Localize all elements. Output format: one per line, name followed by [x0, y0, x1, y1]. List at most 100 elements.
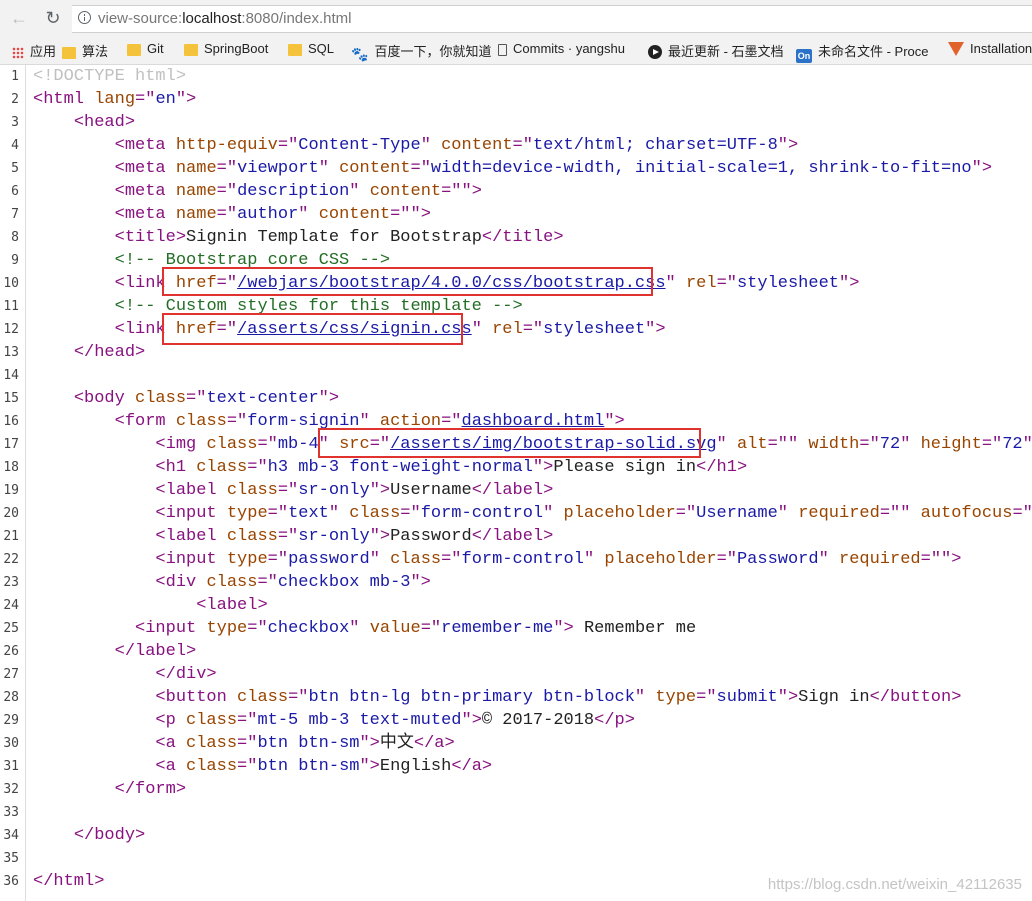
code-token: required — [798, 504, 880, 523]
code-token: </button> — [869, 688, 962, 707]
bookmark-item[interactable]: SQL — [288, 41, 334, 59]
code-token: Content-Type — [298, 136, 421, 155]
line-code: <input type="checkbox" value="remember-m… — [33, 617, 696, 640]
folder-icon — [288, 44, 302, 56]
source-line: 23 <div class="checkbox mb-3"> — [0, 571, 1032, 594]
code-token: " — [665, 274, 686, 293]
arrow-right-icon[interactable] — [16, 7, 38, 29]
code-token: http-equiv — [175, 136, 278, 155]
folder-icon — [62, 47, 76, 59]
code-token: =" — [216, 182, 238, 201]
code-token: </html> — [33, 872, 105, 891]
bookmark-item[interactable]: Commits · yangshu — [498, 41, 625, 59]
code-token: placeholder — [604, 550, 717, 569]
code-token: Username — [390, 481, 472, 500]
code-token: " — [471, 320, 493, 339]
code-token: <html — [33, 90, 95, 109]
bookmark-item[interactable]: 🐾 百度一下，你就知道 — [351, 41, 492, 61]
line-code: </body> — [33, 824, 145, 847]
code-token: rel — [492, 320, 523, 339]
code-token: Signin Template for Bootstrap — [186, 228, 482, 247]
code-token: =" — [267, 504, 289, 523]
code-token: "> — [645, 320, 666, 339]
gitlab-icon — [948, 42, 964, 56]
code-token: Username — [696, 504, 778, 523]
source-line: 22 <input type="password" class="form-co… — [0, 548, 1032, 571]
line-number: 3 — [11, 115, 19, 130]
line-number: 24 — [3, 598, 19, 613]
line-number: 23 — [3, 575, 19, 590]
code-token: =""> — [1012, 504, 1032, 523]
line-number: 28 — [3, 690, 19, 705]
source-line: 1 <!DOCTYPE html> — [0, 65, 1032, 88]
code-token: <meta — [114, 136, 176, 155]
code-token: class — [135, 389, 187, 408]
code-token: <label — [155, 481, 227, 500]
line-number: 30 — [3, 736, 19, 751]
code-token: =" — [277, 481, 299, 500]
code-token: =" — [257, 573, 278, 592]
apps-icon — [12, 47, 24, 59]
code-token: =" — [410, 159, 431, 178]
code-token: <!DOCTYPE html> — [33, 67, 187, 86]
code-token: Password — [736, 550, 819, 569]
address-bar[interactable]: view-source:localhost:8080/index.html — [72, 5, 1032, 33]
line-number: 1 — [11, 69, 19, 84]
code-token: "> — [318, 389, 340, 408]
line-code: <input type="password" class="form-contr… — [33, 548, 961, 571]
line-number: 35 — [3, 851, 19, 866]
url-text[interactable]: view-source:localhost:8080/index.html — [98, 10, 351, 27]
source-line: 20 <input type="text" class="form-contro… — [0, 502, 1032, 525]
line-code: <label class="sr-only">Password</label> — [33, 525, 553, 548]
code-token: class — [226, 481, 278, 500]
code-token: password — [288, 550, 370, 569]
code-token: placeholder — [563, 504, 676, 523]
code-token: type — [206, 619, 248, 638]
bookmark-label: 百度一下，你就知道 — [374, 44, 492, 59]
source-line: 32 </form> — [0, 778, 1032, 801]
code-token: stylesheet — [543, 320, 646, 339]
code-token: =" — [267, 550, 289, 569]
source-line: 3 <head> — [0, 111, 1032, 134]
folder-icon — [184, 44, 198, 56]
code-token: form-control — [420, 504, 544, 523]
source-line: 31 <a class="btn btn-sm">English</a> — [0, 755, 1032, 778]
info-icon[interactable] — [78, 11, 91, 24]
code-token: <img — [155, 435, 207, 454]
code-token: ="" — [767, 435, 809, 454]
code-token: <input — [155, 550, 227, 569]
source-line: 19 <label class="sr-only">Username</labe… — [0, 479, 1032, 502]
code-token: =" — [237, 757, 258, 776]
code-token: name — [175, 205, 217, 224]
code-token: h3 mb-3 font-weight-normal — [267, 458, 533, 477]
code-token: <label — [155, 527, 227, 546]
bookmark-item[interactable]: 应用 — [12, 41, 56, 59]
code-token: " — [349, 619, 370, 638]
bookmark-item[interactable]: 算法 — [62, 41, 108, 59]
bookmark-item[interactable]: On 未命名文件 - Proce — [796, 41, 929, 63]
line-number: 2 — [11, 92, 19, 107]
watermark: https://blog.csdn.net/weixin_42112635 — [767, 876, 1022, 893]
code-token: </a> — [451, 757, 493, 776]
code-token: class — [206, 573, 258, 592]
reload-icon[interactable]: ↻ — [42, 7, 64, 29]
line-number: 25 — [3, 621, 19, 636]
bookmark-item[interactable]: 最近更新 - 石墨文档 — [648, 41, 784, 59]
bookmark-item[interactable]: Git — [127, 41, 164, 59]
line-code: <meta name="viewport" content="width=dev… — [33, 157, 992, 180]
code-token: </label> — [471, 527, 554, 546]
code-token: </label> — [471, 481, 554, 500]
code-token: " — [716, 435, 737, 454]
bookmark-item[interactable]: SpringBoot — [184, 41, 268, 59]
bookmark-item[interactable]: Installation — [948, 41, 1032, 59]
code-token: " — [420, 136, 442, 155]
line-code: <a class="btn btn-sm">English</a> — [33, 755, 492, 778]
code-token: =" — [716, 274, 737, 293]
code-token: content — [339, 159, 411, 178]
code-token: </a> — [413, 734, 455, 753]
